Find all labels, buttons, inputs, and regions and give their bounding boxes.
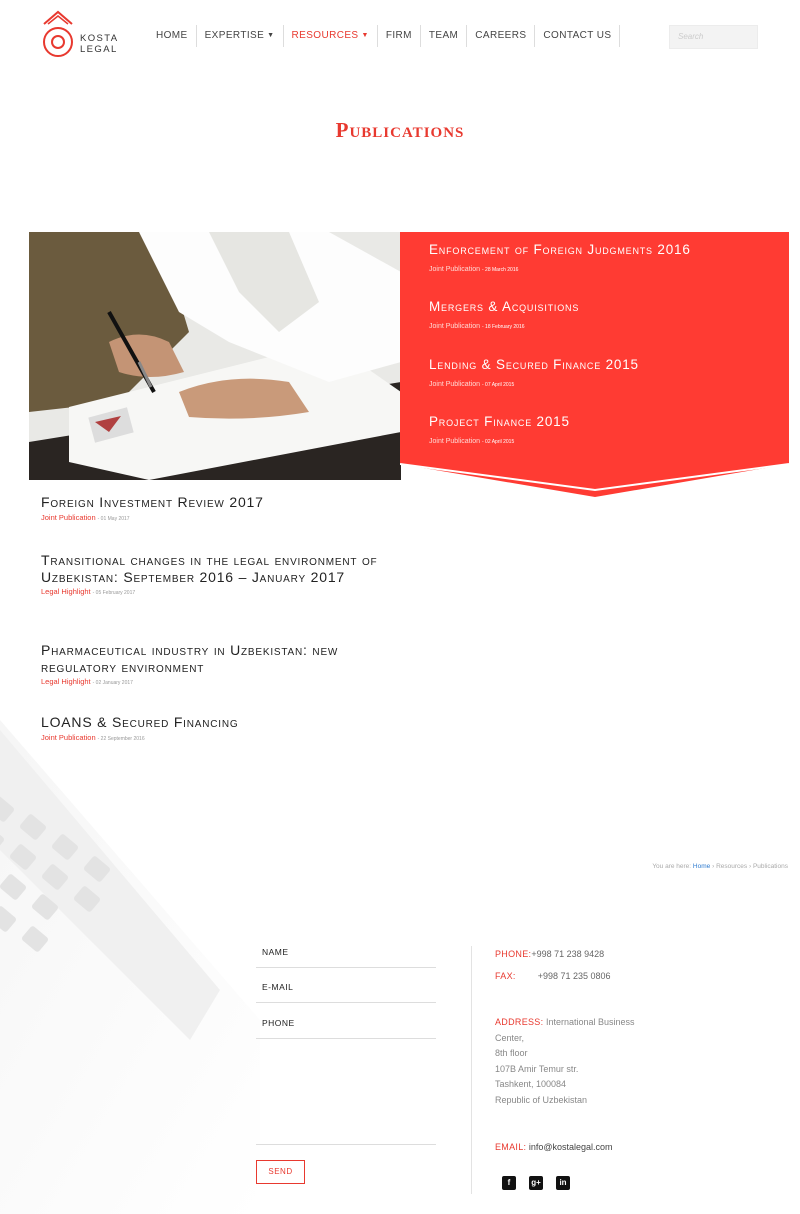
- name-field[interactable]: Name: [256, 938, 436, 968]
- featured-title[interactable]: Lending & Secured Finance 2015: [429, 357, 639, 372]
- caret-down-icon: ▼: [267, 32, 275, 39]
- publication-title[interactable]: LOANS & Secured Financing: [41, 714, 386, 731]
- publication-title[interactable]: Foreign Investment Review 2017: [41, 494, 386, 511]
- logo-line2: LEGAL: [80, 44, 118, 55]
- breadcrumb-current: Publications: [752, 863, 788, 870]
- main-nav: Home Expertise ▼ Resources ▼ Firm Team Car…: [148, 25, 621, 47]
- featured-publications-panel: Enforcement of Foreign Judgments 2016 Jo…: [400, 232, 789, 497]
- contact-fax: Fax: +998 71 235 0806: [495, 971, 611, 981]
- contact-divider: [471, 946, 472, 1194]
- nav-item-resources[interactable]: Resources ▼: [284, 25, 378, 47]
- featured-meta: Joint Publication - 07 April 2015: [429, 381, 515, 388]
- publication-title[interactable]: Pharmaceutical industry in Uzbekistan: n…: [41, 642, 386, 675]
- nav-item-firm[interactable]: Firm: [378, 25, 421, 47]
- publication-item: Pharmaceutical industry in Uzbekistan: n…: [41, 642, 386, 686]
- publication-meta: Legal Highlight - 02 January 2017: [41, 677, 133, 686]
- publication-item: LOANS & Secured Financing Joint Publicat…: [41, 714, 386, 742]
- send-button[interactable]: SEND: [256, 1160, 305, 1184]
- phone-field[interactable]: Phone: [256, 1009, 436, 1039]
- linkedin-icon[interactable]: in: [556, 1176, 570, 1190]
- publication-title[interactable]: Transitional changes in the legal enviro…: [41, 552, 386, 585]
- publication-meta: Legal Highlight - 05 February 2017: [41, 587, 136, 596]
- nav-item-careers[interactable]: Careers: [467, 25, 536, 47]
- contact-phone: Phone:+998 71 238 9428: [495, 949, 605, 959]
- featured-title[interactable]: Mergers & Acquisitions: [429, 299, 579, 314]
- featured-meta: Joint Publication - 02 April 2015: [429, 438, 515, 445]
- featured-title[interactable]: Project Finance 2015: [429, 414, 570, 429]
- featured-meta: Joint Publication - 28 March 2016: [429, 266, 519, 273]
- publication-item: Foreign Investment Review 2017 Joint Pub…: [41, 494, 386, 522]
- search-input[interactable]: Search: [669, 25, 758, 49]
- nav-item-team[interactable]: Team: [421, 25, 468, 47]
- laptop-background-image: [0, 720, 260, 1214]
- nav-item-contact-us[interactable]: Contact Us: [535, 25, 621, 47]
- breadcrumb: You are here: Home › Resources › Publica…: [652, 863, 788, 870]
- nav-item-home[interactable]: Home: [148, 25, 197, 47]
- featured-title[interactable]: Enforcement of Foreign Judgments 2016: [429, 242, 691, 257]
- message-textarea[interactable]: [256, 1043, 436, 1145]
- nav-item-expertise[interactable]: Expertise ▼: [197, 25, 284, 47]
- google-plus-icon[interactable]: g+: [529, 1176, 543, 1190]
- publication-meta: Joint Publication - 01 May 2017: [41, 512, 130, 522]
- breadcrumb-resources[interactable]: Resources: [716, 863, 747, 870]
- email-field[interactable]: E-mail: [256, 973, 436, 1003]
- breadcrumb-home[interactable]: Home: [693, 863, 710, 870]
- logo-line1: KOSTA: [80, 33, 119, 44]
- logo-wordmark: KOSTA LEGAL: [80, 33, 119, 55]
- publication-meta: Joint Publication - 22 September 2016: [41, 732, 145, 742]
- contact-email: Email: info@kostalegal.com: [495, 1142, 613, 1152]
- facebook-icon[interactable]: f: [502, 1176, 516, 1190]
- page-title: Publications: [335, 118, 465, 142]
- featured-meta: Joint Publication - 18 February 2016: [429, 323, 525, 330]
- publication-item: Transitional changes in the legal enviro…: [41, 552, 386, 596]
- contact-address: Address: International Business Center, …: [495, 1017, 635, 1105]
- caret-down-icon: ▼: [361, 32, 369, 39]
- hero-photo-signing-document: [29, 232, 401, 480]
